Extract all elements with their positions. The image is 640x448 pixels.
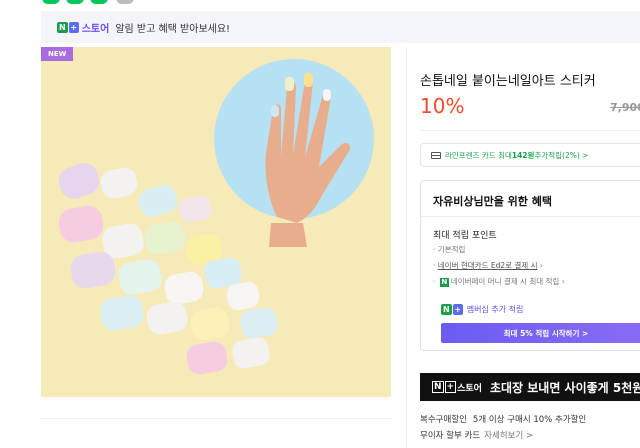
tab-dot[interactable] [42, 0, 60, 4]
divider [420, 130, 640, 131]
membership-extra: N + 멤버십 추가 적립 [441, 304, 523, 315]
store-label: 스토어 [81, 23, 110, 35]
divider [421, 216, 640, 217]
plus-logo-icon: + [452, 304, 463, 315]
nplus-store-logo: N + 스토어 [57, 20, 109, 35]
original-price: 7,900 [610, 101, 640, 114]
card-benefit-text: 라인프렌즈 카드 최대 [445, 150, 512, 160]
promo-text: 초대장 보내면 사이좋게 5천원씩 [489, 380, 640, 395]
n-logo-icon: N [441, 304, 452, 315]
card-benefit-row[interactable]: 라인프렌즈 카드 최대 142원 추가적립(2%) > [420, 143, 640, 167]
card-benefit-amount: 142원 [511, 150, 535, 160]
card-benefit-suffix: 추가적립(2%) > [534, 150, 589, 160]
benefit-item-npay-money[interactable]: · N 네이버페이 머니 결제 시 최대 적립 › [433, 276, 565, 287]
membership-label: 멤버십 추가 적립 [466, 305, 524, 314]
start-membership-button[interactable]: 최대 5% 적립 시작하기 > [441, 323, 640, 343]
n-logo-icon: N [432, 381, 444, 393]
benefit-item-basic: · 기본적립 [433, 245, 466, 254]
bulk-discount-text: 5개 이상 구매시 10% 추가할인 [472, 415, 587, 425]
installment-details-link[interactable]: 자세히보기 > [484, 431, 533, 441]
installment-row: 무이자 할부 카드 자세히보기 > [420, 429, 533, 441]
npay-icon: N [439, 277, 449, 287]
column-divider [406, 47, 407, 448]
member-benefit-box: 자유비상님만을 위한 혜택 최대 적립 포인트 · 기본적립 · 네이버 현대카… [420, 180, 640, 351]
installment-label: 무이자 할부 카드 [420, 431, 481, 441]
tab-dot[interactable] [116, 0, 134, 4]
plus-logo-icon: + [68, 21, 79, 33]
benefit-item-label[interactable]: 네이버 현대카드 Ed2로 결제 시 [438, 261, 538, 270]
store-label: 스토어 [457, 383, 482, 394]
max-points-label: 최대 적립 포인트 [433, 231, 497, 241]
discount-rate: 10% [420, 94, 465, 118]
benefit-item-hyundai-card[interactable]: · 네이버 현대카드 Ed2로 결제 시 › [433, 260, 543, 271]
store-notification-banner[interactable]: N + 스토어 알림 받고 혜택 받아보세요! [41, 11, 640, 43]
benefit-item-label: 기본적립 [437, 245, 466, 254]
benefit-header: 자유비상님만을 위한 혜택 [433, 195, 552, 208]
tab-dot[interactable] [90, 0, 108, 4]
product-title: 손톱네일 붙이는네일아트 스티커 [420, 74, 596, 89]
bulk-discount-row: 복수구매할인 5개 이상 구매시 10% 추가할인 [420, 413, 586, 425]
bulk-discount-label: 복수구매할인 [420, 415, 467, 425]
n-logo-icon: N [57, 21, 68, 33]
nail-illustration [58, 73, 351, 375]
invite-promo-banner[interactable]: N + 스토어 초대장 보내면 사이좋게 5천원씩 [420, 373, 640, 401]
plus-logo-icon: + [444, 381, 457, 393]
divider [41, 418, 391, 419]
banner-message: 알림 받고 혜택 받아보세요! [115, 23, 231, 35]
product-image[interactable]: NEW [41, 47, 391, 397]
tab-dot[interactable] [66, 0, 84, 4]
top-tab-strip [0, 0, 640, 6]
credit-card-icon [431, 151, 441, 159]
benefit-item-label[interactable]: 네이버페이 머니 결제 시 최대 적립 [451, 277, 560, 286]
